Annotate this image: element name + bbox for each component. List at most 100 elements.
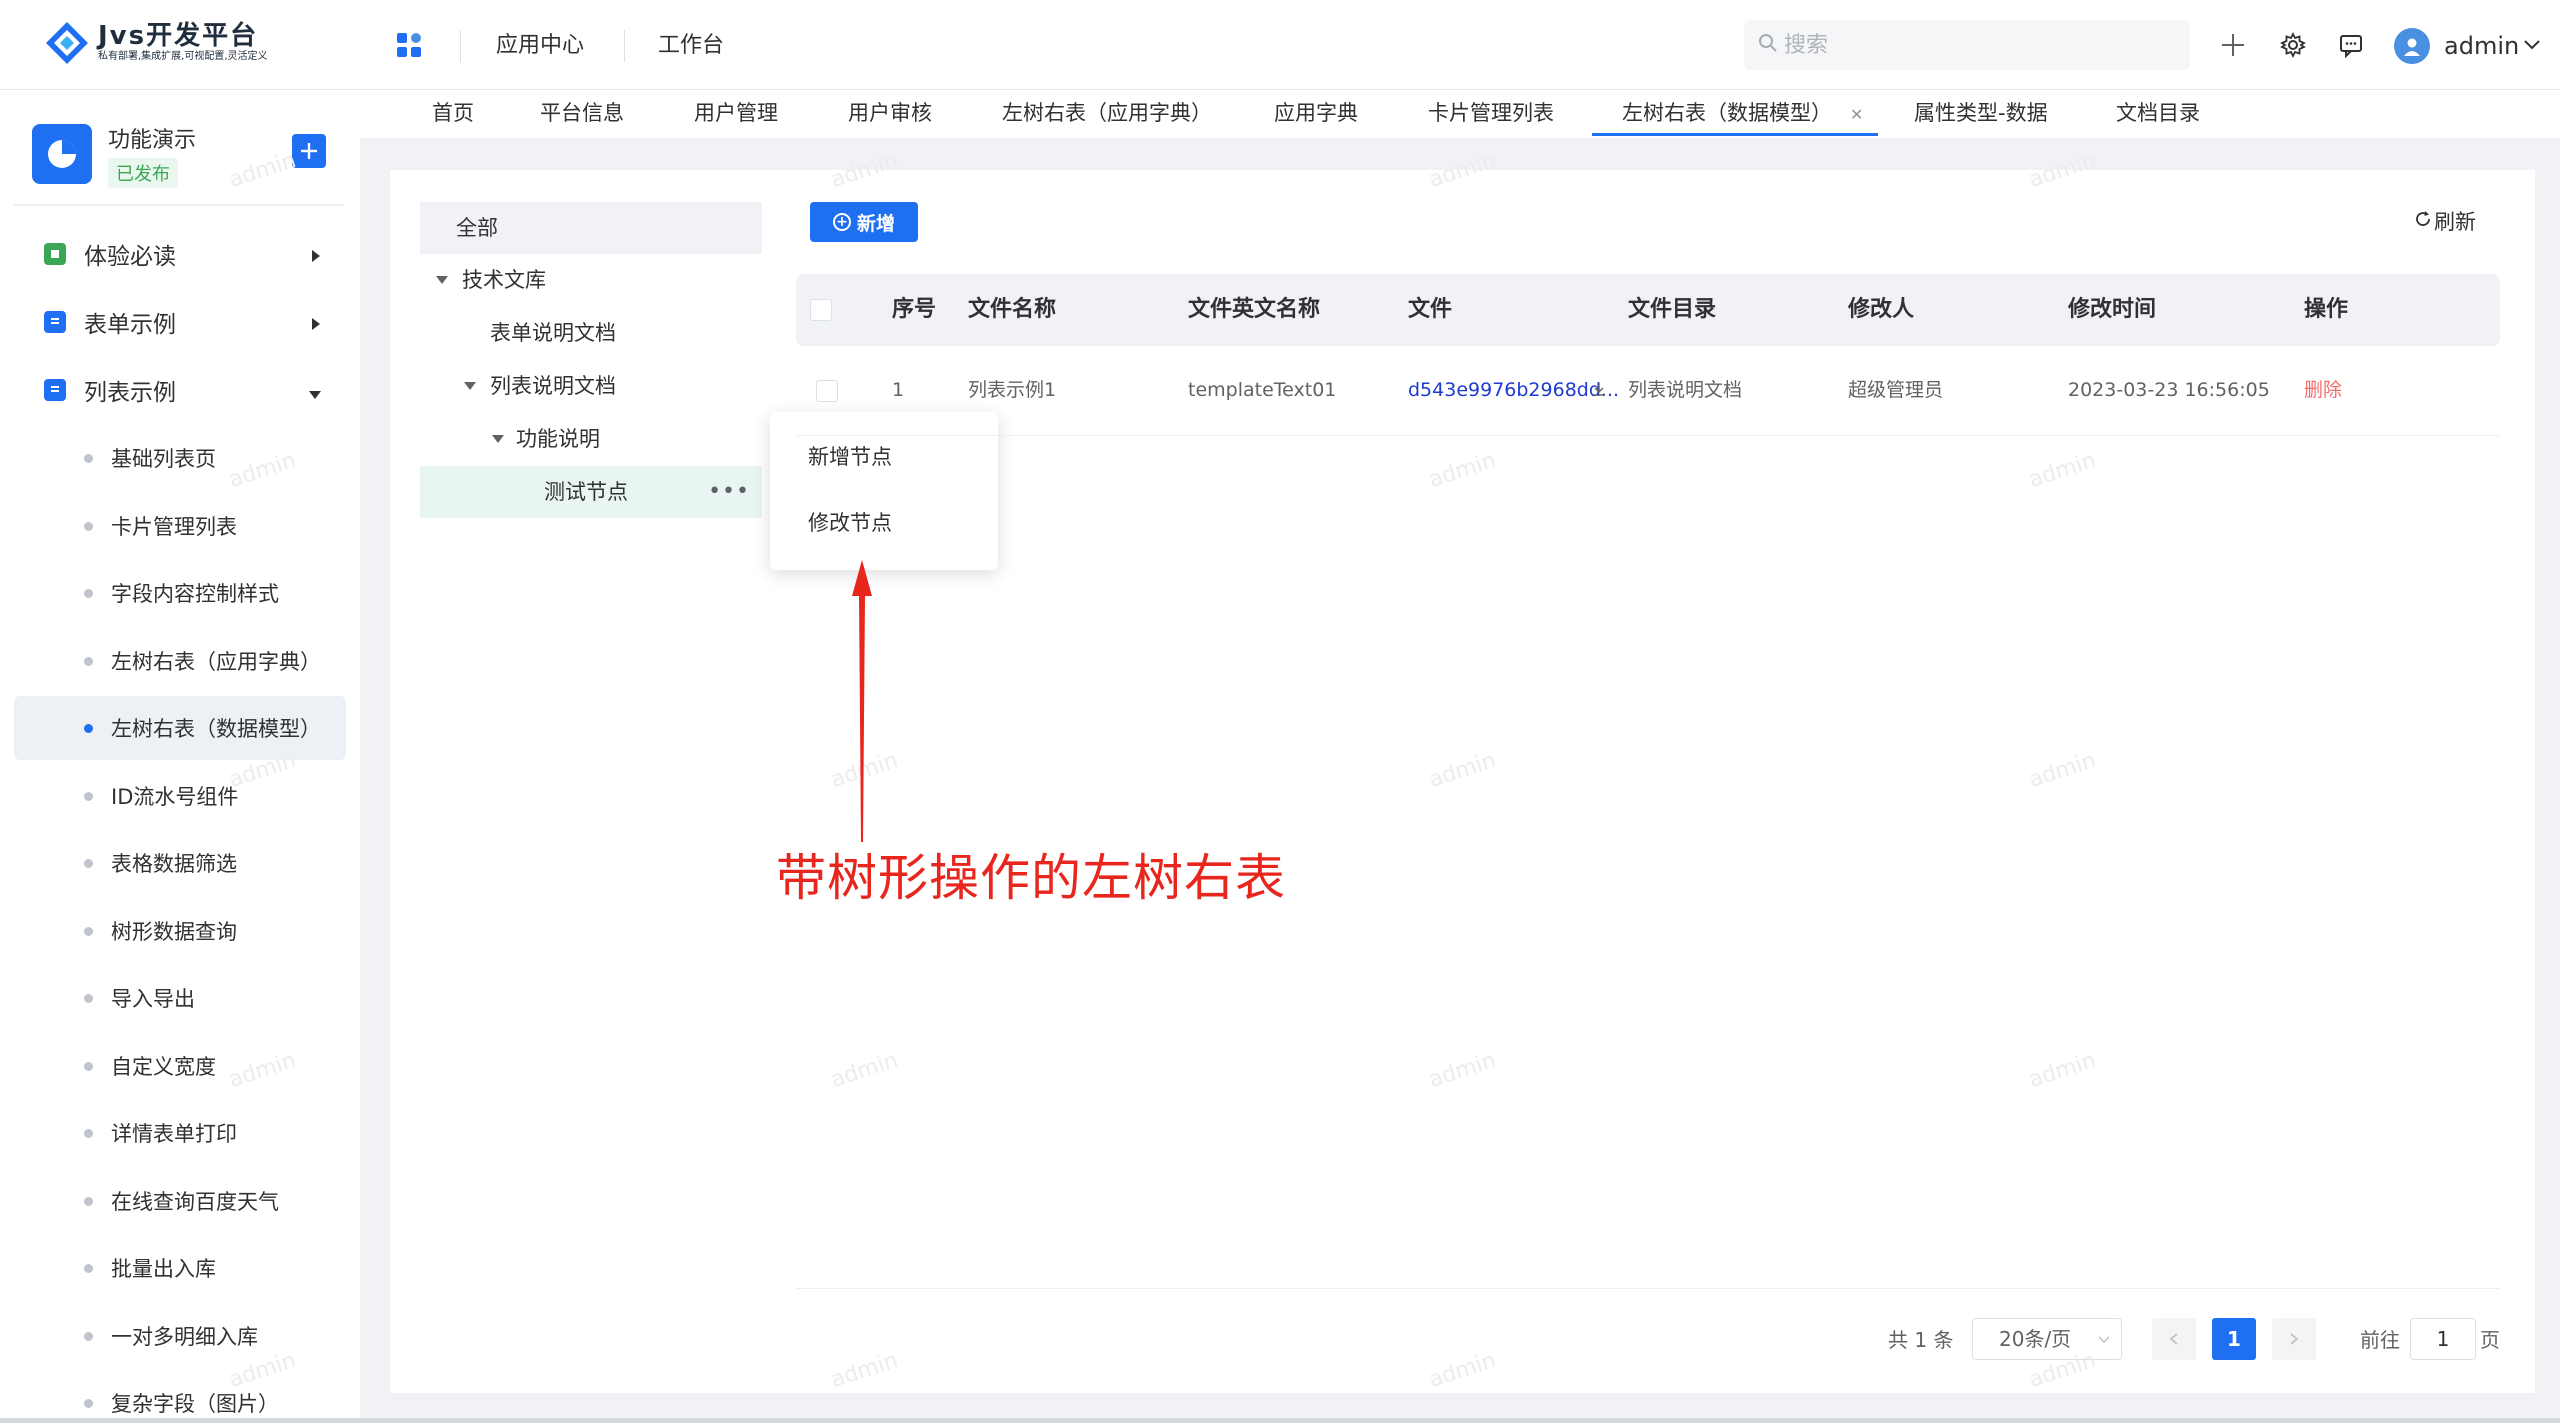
add-button[interactable]: + 新增 xyxy=(810,202,918,242)
tree-node[interactable]: 技术文库 xyxy=(420,254,762,306)
sidebar-item-basic-list[interactable]: 基础列表页 xyxy=(14,426,346,490)
next-page-button[interactable] xyxy=(2272,1318,2316,1360)
search-input[interactable] xyxy=(1784,32,2164,58)
sidebar-group-forms[interactable]: 表单示例 xyxy=(14,292,344,352)
list-icon xyxy=(44,379,66,401)
sidebar-item-field-style[interactable]: 字段内容控制样式 xyxy=(14,561,346,625)
header-divider xyxy=(624,30,625,62)
column-header: 序号 xyxy=(892,297,937,322)
sidebar-group-experience[interactable]: 体验必读 xyxy=(14,224,344,284)
caret-right-icon xyxy=(310,248,322,267)
tab-attr-type[interactable]: 属性类型-数据 xyxy=(1914,90,2048,136)
tree-root[interactable]: 全部 xyxy=(420,202,762,254)
cell-index: 1 xyxy=(892,379,905,401)
sidebar-item-card-list[interactable]: 卡片管理列表 xyxy=(14,494,346,558)
sidebar-item-label: 表格数据筛选 xyxy=(111,852,237,876)
apps-grid-icon[interactable] xyxy=(396,32,422,58)
add-button[interactable] xyxy=(292,134,326,168)
download-icon[interactable] xyxy=(1592,346,1606,434)
cell-file-link[interactable]: d543e9976b2968dd... xyxy=(1408,346,1619,434)
annotation-arrow xyxy=(852,560,872,842)
status-badge: 已发布 xyxy=(108,158,178,188)
tab-doc-dir[interactable]: 文档目录 xyxy=(2116,90,2200,136)
bullet-dot xyxy=(84,791,93,801)
message-icon[interactable] xyxy=(2334,28,2368,62)
tab-platform-info[interactable]: 平台信息 xyxy=(540,90,624,136)
tab-label: 左树右表（数据模型） xyxy=(1622,101,1832,125)
nav-workbench[interactable]: 工作台 xyxy=(658,30,724,62)
caret-down-icon xyxy=(308,386,322,405)
sidebar-item-import-export[interactable]: 导入导出 xyxy=(14,966,346,1030)
page-number-current[interactable]: 1 xyxy=(2212,1318,2256,1360)
sidebar-item-batch-stock[interactable]: 批量出入库 xyxy=(14,1236,346,1300)
avatar[interactable] xyxy=(2394,28,2430,64)
book-icon xyxy=(44,243,66,265)
user-name[interactable]: admin xyxy=(2444,28,2519,64)
sidebar-item-label: 详情表单打印 xyxy=(111,1122,237,1146)
row-checkbox[interactable] xyxy=(816,380,838,402)
tree-expand-icon[interactable] xyxy=(464,382,476,390)
sidebar-item-tree-model[interactable]: 左树右表（数据模型） xyxy=(14,696,346,760)
bullet-dot xyxy=(84,1331,93,1341)
gear-icon[interactable] xyxy=(2276,28,2310,62)
tree-node[interactable]: 列表说明文档 xyxy=(420,360,762,412)
close-icon[interactable]: ✕ xyxy=(1850,105,1863,124)
tree-node-label: 列表说明文档 xyxy=(490,374,616,398)
tab-user-review[interactable]: 用户审核 xyxy=(848,90,932,136)
tab-card-list[interactable]: 卡片管理列表 xyxy=(1428,90,1554,136)
brand-title: Jvs开发平台 xyxy=(98,21,259,51)
cell-file-name: 列表示例1 xyxy=(968,379,1057,401)
search-box[interactable] xyxy=(1744,20,2190,70)
bullet-dot xyxy=(84,656,93,666)
brand-logo[interactable]: Jvs开发平台 私有部署,集成扩展,可视配置,灵活定义 xyxy=(44,18,314,68)
menu-item-add-node[interactable]: 新增节点 xyxy=(808,442,892,472)
tab-user-management[interactable]: 用户管理 xyxy=(694,90,778,136)
sidebar-item-complex-image[interactable]: 复杂字段（图片） xyxy=(14,1371,346,1423)
sidebar-item-label: 基础列表页 xyxy=(111,447,216,471)
goto-prefix: 前往 xyxy=(2360,1328,2400,1352)
tab-tree-model[interactable]: 左树右表（数据模型） ✕ xyxy=(1592,90,1878,136)
sidebar-item-label: 在线查询百度天气 xyxy=(111,1190,279,1214)
menu-item-edit-node[interactable]: 修改节点 xyxy=(808,508,892,538)
sidebar-item-tree-query[interactable]: 树形数据查询 xyxy=(14,899,346,963)
plus-circle-icon: + xyxy=(832,213,851,231)
sidebar-item-print[interactable]: 详情表单打印 xyxy=(14,1101,346,1165)
tab-tree-dict[interactable]: 左树右表（应用字典） xyxy=(1002,90,1212,136)
tab-app-dict[interactable]: 应用字典 xyxy=(1274,90,1358,136)
nav-app-center[interactable]: 应用中心 xyxy=(496,30,584,62)
refresh-button[interactable]: 刷新 xyxy=(2414,206,2476,236)
cell-file-en-name: templateText01 xyxy=(1188,379,1337,401)
sidebar-item-tree-dict[interactable]: 左树右表（应用字典） xyxy=(14,629,346,693)
sidebar-item-custom-width[interactable]: 自定义宽度 xyxy=(14,1034,346,1098)
refresh-label: 刷新 xyxy=(2434,210,2476,234)
tree-node[interactable]: 功能说明 xyxy=(420,413,762,465)
sidebar-item-label: 批量出入库 xyxy=(111,1257,216,1281)
plus-icon[interactable] xyxy=(2216,28,2250,62)
sidebar-item-one-to-many[interactable]: 一对多明细入库 xyxy=(14,1304,346,1368)
tree-expand-icon[interactable] xyxy=(492,435,504,443)
select-all-checkbox[interactable] xyxy=(810,299,832,321)
goto-page-input[interactable]: 1 xyxy=(2410,1318,2476,1360)
sidebar-group-lists[interactable]: 列表示例 xyxy=(14,360,344,420)
tree-node-label: 测试节点 xyxy=(544,480,628,504)
sidebar-item-id-serial[interactable]: ID流水号组件 xyxy=(14,764,346,828)
sidebar-item-table-filter[interactable]: 表格数据筛选 xyxy=(14,831,346,895)
chevron-down-icon xyxy=(2097,1319,2111,1359)
column-header: 文件目录 xyxy=(1628,297,1717,322)
tree-expand-icon[interactable] xyxy=(436,276,448,284)
tree-node[interactable]: 表单说明文档 xyxy=(420,307,762,359)
delete-link[interactable]: 删除 xyxy=(2304,346,2342,434)
sidebar-item-weather[interactable]: 在线查询百度天气 xyxy=(14,1169,346,1233)
chevron-down-icon[interactable] xyxy=(2522,34,2542,58)
page-size-select[interactable]: 20条/页 xyxy=(1972,1318,2122,1360)
annotation-text: 带树形操作的左树右表 xyxy=(776,849,1286,907)
tab-home[interactable]: 首页 xyxy=(432,90,474,136)
more-icon[interactable]: ••• xyxy=(708,466,750,518)
bullet-dot xyxy=(84,1061,93,1071)
app-name: 功能演示 xyxy=(108,128,197,153)
sidebar: 功能演示 已发布 体验必读 表单示例 列表示例 基础列表页 卡片管理列表 字段内… xyxy=(0,90,360,1423)
prev-page-button[interactable] xyxy=(2152,1318,2196,1360)
pagination-total: 共 1 条 xyxy=(1888,1328,1954,1352)
sidebar-group-label: 表单示例 xyxy=(84,312,176,338)
tree-node-selected[interactable]: 测试节点 ••• xyxy=(420,466,762,518)
